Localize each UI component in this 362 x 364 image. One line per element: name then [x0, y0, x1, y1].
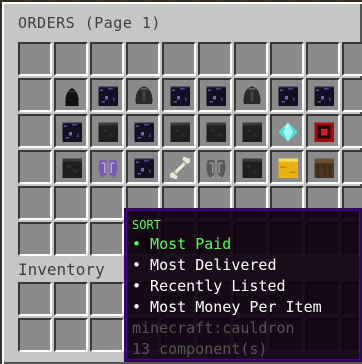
- obsidian-block-icon: [131, 155, 155, 179]
- inventory-slot[interactable]: [342, 150, 362, 184]
- inventory-slot[interactable]: [54, 186, 88, 220]
- obsidian-block-icon: [131, 119, 155, 143]
- obsidian-block-icon: [167, 83, 191, 107]
- black-dye-icon: [59, 83, 83, 107]
- inventory-slot[interactable]: [90, 42, 124, 76]
- inventory-slot[interactable]: [198, 114, 232, 148]
- bone-icon: [167, 155, 191, 180]
- window-title: ORDERS (Page 1): [18, 14, 161, 32]
- sort-tooltip: SORT • Most Paid • Most Delivered • Recent…: [124, 208, 362, 362]
- inventory-slot[interactable]: [18, 282, 52, 316]
- diamond-icon: [275, 119, 299, 143]
- tooltip-item-id: minecraft:cauldron: [132, 319, 295, 337]
- black-helmet-icon: [131, 83, 155, 107]
- inventory-slot[interactable]: [54, 114, 88, 148]
- tooltip-components: 13 component(s): [132, 340, 268, 358]
- inventory-slot[interactable]: [18, 42, 52, 76]
- inventory-slot[interactable]: [342, 114, 362, 148]
- inventory-slot[interactable]: [90, 222, 124, 256]
- coal-block-icon: [203, 119, 227, 143]
- gold-block-icon: [275, 155, 299, 179]
- inventory-slot[interactable]: [270, 150, 304, 184]
- inventory-slot[interactable]: [54, 222, 88, 256]
- coal-block-icon: [239, 155, 263, 179]
- coal-block-icon: [59, 155, 83, 179]
- log-block-icon: [311, 155, 335, 179]
- elytra-grey-icon: [203, 155, 227, 179]
- inventory-slot[interactable]: [18, 222, 52, 256]
- inventory-slot[interactable]: [54, 318, 88, 352]
- inventory-slot[interactable]: [18, 78, 52, 112]
- inventory-slot[interactable]: [162, 150, 196, 184]
- coal-block-icon: [95, 119, 119, 143]
- inventory-slot[interactable]: [90, 78, 124, 112]
- inventory-slot[interactable]: [234, 150, 268, 184]
- inventory-slot[interactable]: [198, 42, 232, 76]
- inventory-slot[interactable]: [18, 114, 52, 148]
- inventory-slot[interactable]: [234, 114, 268, 148]
- inventory-slot[interactable]: [18, 150, 52, 184]
- sort-option[interactable]: • Recently Listed: [132, 276, 354, 297]
- inventory-slot[interactable]: [162, 78, 196, 112]
- sort-options: • Most Paid • Most Delivered • Recently Li…: [132, 234, 354, 318]
- inventory-slot[interactable]: [342, 42, 362, 76]
- coal-block-icon: [167, 119, 191, 143]
- inventory-slot[interactable]: [18, 318, 52, 352]
- inventory-slot[interactable]: [90, 114, 124, 148]
- inventory-slot[interactable]: [90, 282, 124, 316]
- inventory-slot[interactable]: [234, 42, 268, 76]
- inventory-slot[interactable]: [126, 114, 160, 148]
- inventory-slot[interactable]: [270, 114, 304, 148]
- obsidian-block-icon: [311, 83, 335, 107]
- coal-block-icon: [239, 119, 263, 143]
- obsidian-block-icon: [59, 119, 83, 143]
- obsidian-block-icon: [275, 83, 299, 107]
- inventory-slot[interactable]: [126, 150, 160, 184]
- inventory-slot[interactable]: [306, 42, 340, 76]
- inventory-slot[interactable]: [90, 186, 124, 220]
- inventory-slot[interactable]: [270, 42, 304, 76]
- inventory-slot[interactable]: [306, 150, 340, 184]
- inventory-slot[interactable]: [54, 150, 88, 184]
- inventory-slot[interactable]: [126, 78, 160, 112]
- inventory-slot[interactable]: [198, 78, 232, 112]
- inventory-slot[interactable]: [162, 114, 196, 148]
- inventory-slot[interactable]: [90, 318, 124, 352]
- redstone-block-icon: [311, 119, 335, 143]
- inventory-slot[interactable]: [126, 42, 160, 76]
- sort-option[interactable]: • Most Paid: [132, 234, 354, 255]
- inventory-label: Inventory: [18, 260, 105, 279]
- inventory-slot[interactable]: [162, 42, 196, 76]
- inventory-slot[interactable]: [90, 150, 124, 184]
- inventory-slot[interactable]: [306, 78, 340, 112]
- inventory-slot[interactable]: [198, 150, 232, 184]
- sort-option[interactable]: • Most Delivered: [132, 255, 354, 276]
- obsidian-block-icon: [203, 83, 227, 107]
- sort-option[interactable]: • Most Money Per Item: [132, 297, 354, 318]
- obsidian-block-icon: [95, 83, 119, 107]
- inventory-slot[interactable]: [54, 282, 88, 316]
- elytra-purple-icon: [95, 155, 119, 179]
- black-helmet-icon: [239, 83, 263, 107]
- inventory-slot[interactable]: [234, 78, 268, 112]
- tooltip-header: SORT: [132, 218, 161, 232]
- inventory-slot[interactable]: [18, 186, 52, 220]
- inventory-slot[interactable]: [54, 42, 88, 76]
- inventory-slot[interactable]: [54, 78, 88, 112]
- inventory-slot[interactable]: [306, 114, 340, 148]
- inventory-slot[interactable]: [342, 78, 362, 112]
- inventory-slot[interactable]: [270, 78, 304, 112]
